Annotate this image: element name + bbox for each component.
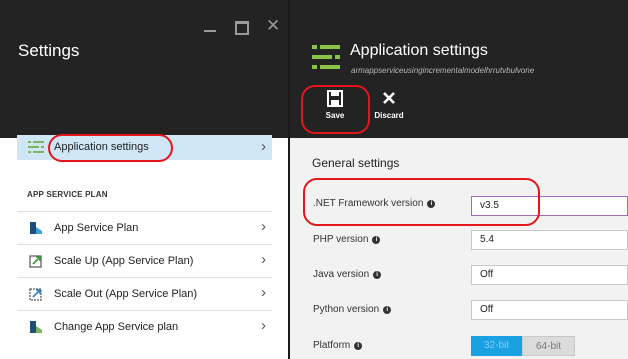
- java-version-label: Java version i: [313, 269, 382, 280]
- change-plan-icon: [30, 321, 42, 333]
- section-heading-general: General settings: [312, 156, 400, 170]
- chevron-right-icon: ›: [261, 218, 266, 235]
- chevron-right-icon: ›: [261, 138, 266, 155]
- php-version-label-text: PHP version: [313, 234, 369, 245]
- python-version-label: Python version i: [313, 304, 392, 315]
- sidebar-item-change-plan[interactable]: Change App Service plan ›: [17, 310, 272, 343]
- sidebar-item-app-service-plan[interactable]: App Service Plan ›: [17, 211, 272, 244]
- maximize-icon[interactable]: [235, 21, 249, 35]
- info-icon[interactable]: i: [372, 236, 381, 244]
- python-version-select[interactable]: Off: [471, 300, 628, 320]
- discard-button[interactable]: Discard: [369, 90, 409, 120]
- sidebar-item-scale-out[interactable]: Scale Out (App Service Plan) ›: [17, 277, 272, 310]
- sidebar-item-scale-up[interactable]: Scale Up (App Service Plan) ›: [17, 244, 272, 277]
- info-icon[interactable]: i: [354, 342, 363, 350]
- annotation-highlight-net-framework: [303, 178, 540, 226]
- scale-up-icon: [29, 255, 42, 268]
- close-icon: [383, 92, 395, 104]
- info-icon[interactable]: i: [383, 306, 392, 314]
- java-version-select[interactable]: Off: [471, 265, 628, 285]
- java-version-label-text: Java version: [313, 269, 370, 280]
- menu-item-label: Scale Up (App Service Plan): [54, 255, 194, 267]
- menu-item-label: App Service Plan: [54, 222, 139, 234]
- chevron-right-icon: ›: [261, 284, 266, 301]
- settings-blade-header: Settings ✕: [0, 0, 288, 138]
- page-title: Application settings: [350, 42, 488, 59]
- section-label-app-service-plan: APP SERVICE PLAN: [27, 190, 108, 199]
- python-version-label-text: Python version: [313, 304, 380, 315]
- page-subtitle: armappserviceusingincrementalmodelhrrutv…: [351, 66, 535, 75]
- php-version-select[interactable]: 5.4: [471, 230, 628, 250]
- scale-out-icon: [29, 288, 42, 301]
- platform-label-text: Platform: [313, 340, 351, 351]
- platform-label: Platform i: [313, 340, 363, 351]
- discard-label: Discard: [374, 111, 404, 120]
- annotation-highlight-application-settings: [48, 134, 173, 162]
- settings-lines-icon: [28, 141, 44, 153]
- settings-blade-title: Settings: [18, 41, 80, 60]
- close-icon[interactable]: ✕: [266, 17, 280, 34]
- platform-64bit-toggle[interactable]: 64-bit: [522, 336, 575, 356]
- settings-blade: Settings ✕ Application settings › APP SE…: [0, 0, 288, 359]
- chevron-right-icon: ›: [261, 251, 266, 268]
- info-icon[interactable]: i: [373, 271, 382, 279]
- minimize-icon[interactable]: [204, 30, 216, 32]
- menu-item-label: Scale Out (App Service Plan): [54, 288, 198, 300]
- settings-lines-icon: [312, 45, 340, 69]
- platform-32bit-toggle[interactable]: 32-bit: [471, 336, 522, 356]
- app-service-plan-icon: [30, 222, 42, 234]
- chevron-right-icon: ›: [261, 317, 266, 334]
- php-version-label: PHP version i: [313, 234, 381, 245]
- menu-item-label: Change App Service plan: [54, 321, 179, 333]
- application-settings-content: General settings .NET Framework version i…: [290, 138, 628, 359]
- annotation-highlight-save: [301, 85, 370, 134]
